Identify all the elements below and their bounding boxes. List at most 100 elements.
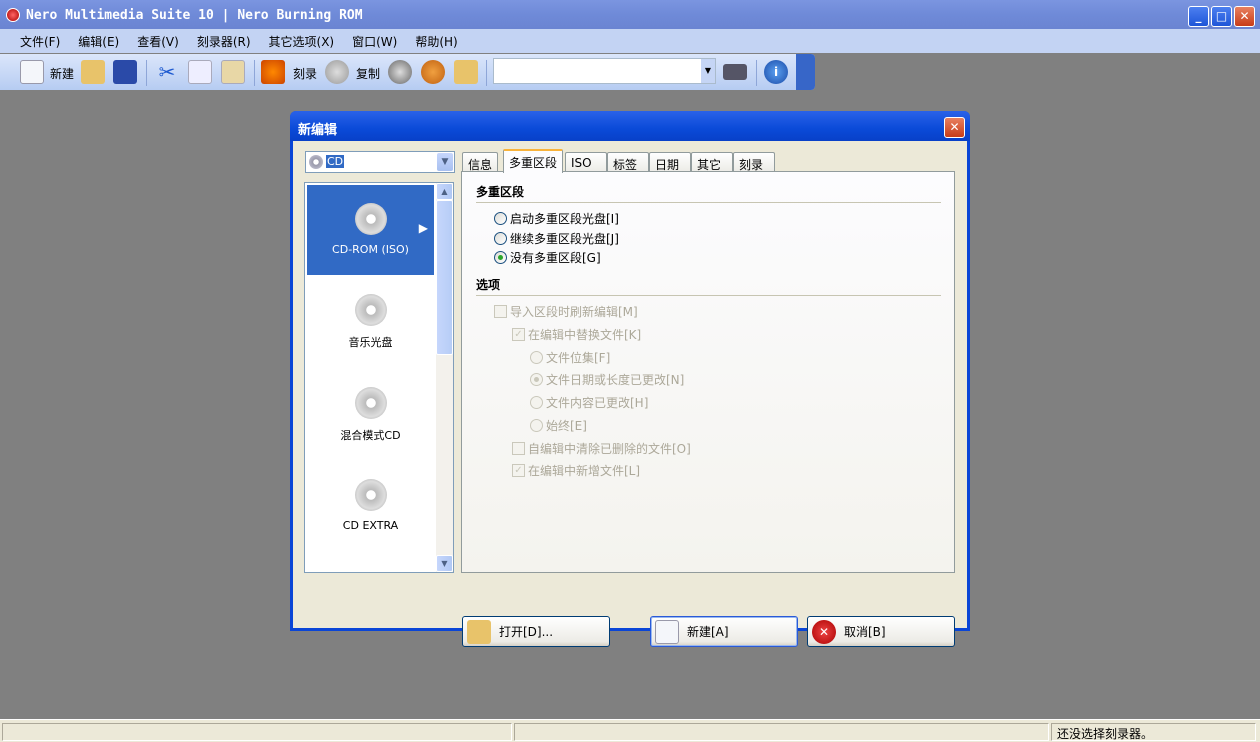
close-button[interactable]: ✕: [1234, 6, 1255, 27]
tab-label[interactable]: 标签: [607, 152, 649, 172]
radio-no-multisession[interactable]: 没有多重区段[G]: [494, 249, 601, 266]
radio-button[interactable]: [494, 232, 507, 245]
radio-button[interactable]: [530, 419, 543, 432]
compilation-type-list[interactable]: CD-ROM (ISO) ▶ 音乐光盘 混合模式CD CD EXTRA ▲ ▼: [304, 182, 454, 573]
checkbox-label: 自编辑中清除已删除的文件[O]: [528, 442, 691, 456]
checkbox-label: 在编辑中替换文件[K]: [528, 328, 642, 342]
cancel-icon: ✕: [812, 619, 836, 644]
radio-button[interactable]: [530, 373, 543, 386]
info-icon[interactable]: i: [764, 60, 788, 84]
arrow-right-icon: ▶: [418, 221, 428, 235]
status-panel: [2, 723, 512, 741]
dialog-title-bar: 新编辑: [290, 111, 970, 141]
tab-burn[interactable]: 刻录: [733, 152, 775, 172]
list-item-cd-rom-iso[interactable]: CD-ROM (ISO) ▶: [307, 185, 434, 275]
menu-view[interactable]: 查看(V): [137, 33, 179, 53]
eject-icon[interactable]: [421, 60, 445, 84]
save-icon[interactable]: [113, 60, 137, 84]
menu-help[interactable]: 帮助(H): [415, 33, 457, 53]
radio-label: 文件位集[F]: [546, 351, 611, 365]
dialog-close-button[interactable]: ✕: [944, 117, 965, 138]
new-button[interactable]: 新建[A]: [650, 616, 798, 647]
radio-button[interactable]: [494, 251, 507, 264]
cut-icon[interactable]: ✂: [155, 60, 179, 84]
scroll-thumb[interactable]: [436, 200, 453, 355]
separator: [756, 60, 757, 86]
tab-misc[interactable]: 其它: [691, 152, 733, 172]
recorder-select[interactable]: ▼: [493, 58, 716, 84]
checkbox-replace-files[interactable]: ✓ 在编辑中替换文件[K]: [512, 326, 641, 343]
paste-icon[interactable]: [221, 60, 245, 84]
tab-dates[interactable]: 日期: [649, 152, 691, 172]
radio-continue-multisession[interactable]: 继续多重区段光盘[J]: [494, 230, 619, 247]
tab-iso[interactable]: ISO: [565, 152, 607, 172]
drive-icon[interactable]: [723, 64, 747, 80]
open-button[interactable]: 打开[D]...: [462, 616, 610, 647]
separator: [486, 60, 487, 86]
menu-file[interactable]: 文件(F): [20, 33, 60, 53]
radio-label: 始终[E]: [546, 419, 587, 433]
new-button-label[interactable]: 新建: [50, 65, 74, 82]
chevron-down-icon[interactable]: ▼: [437, 153, 453, 171]
checkbox[interactable]: ✓: [512, 464, 525, 477]
copy-icon[interactable]: [188, 60, 212, 84]
radio-content-changed[interactable]: 文件内容已更改[H]: [530, 394, 648, 411]
burn-button-label[interactable]: 刻录: [293, 65, 317, 82]
burn-icon[interactable]: [261, 60, 285, 84]
menu-extras[interactable]: 其它选项(X): [269, 33, 335, 53]
checkbox-label: 在编辑中新增文件[L]: [528, 464, 641, 478]
checkbox[interactable]: [512, 442, 525, 455]
multisession-panel: 多重区段 启动多重区段光盘[I] 继续多重区段光盘[J] 没有多重区段[G] 选…: [461, 171, 955, 573]
new-compilation-dialog: 新编辑 ✕ CD ▼ CD-ROM (ISO) ▶ 音乐光盘 混合模式CD CD …: [290, 111, 970, 647]
list-item-label: 混合模式CD: [340, 429, 401, 442]
copy-disc-icon[interactable]: [325, 60, 349, 84]
checkbox-refresh-on-import[interactable]: 导入区段时刷新编辑[M]: [494, 303, 638, 320]
divider: [476, 295, 941, 296]
minimize-button[interactable]: _: [1188, 6, 1209, 27]
checkbox[interactable]: ✓: [512, 328, 525, 341]
tab-info[interactable]: 信息: [462, 152, 499, 172]
checkbox-remove-deleted[interactable]: 自编辑中清除已删除的文件[O]: [512, 440, 691, 457]
disc-icon: [309, 155, 323, 169]
status-panel: 还没选择刻录器。: [1051, 723, 1256, 741]
disc-info-icon[interactable]: [388, 60, 412, 84]
music-disc-icon: [354, 294, 387, 326]
menu-edit[interactable]: 编辑(E): [78, 33, 119, 53]
list-item-mixed-mode-cd[interactable]: 混合模式CD: [307, 369, 434, 459]
new-document-icon[interactable]: [20, 60, 44, 84]
list-item-label: CD EXTRA: [342, 519, 399, 532]
checkbox[interactable]: [494, 305, 507, 318]
cancel-button[interactable]: ✕ 取消[B]: [807, 616, 955, 647]
divider: [476, 202, 941, 203]
disc-type-select[interactable]: CD ▼: [305, 151, 455, 173]
list-scrollbar[interactable]: ▲ ▼: [436, 183, 453, 572]
scroll-up-button[interactable]: ▲: [436, 183, 453, 200]
disc-type-value: CD: [326, 155, 345, 168]
radio-start-multisession[interactable]: 启动多重区段光盘[I]: [494, 210, 619, 227]
radio-always[interactable]: 始终[E]: [530, 417, 587, 434]
copy-button-label[interactable]: 复制: [356, 65, 380, 82]
toolbar-overflow-button[interactable]: [796, 54, 815, 90]
options-heading: 选项: [476, 278, 501, 292]
browser-folder-icon[interactable]: [454, 60, 478, 84]
radio-button[interactable]: [530, 351, 543, 364]
checkbox-add-new-files[interactable]: ✓ 在编辑中新增文件[L]: [512, 462, 640, 479]
menu-window[interactable]: 窗口(W): [352, 33, 397, 53]
radio-label: 没有多重区段[G]: [510, 251, 601, 265]
scroll-down-button[interactable]: ▼: [436, 555, 453, 572]
radio-button[interactable]: [530, 396, 543, 409]
maximize-button[interactable]: □: [1211, 6, 1232, 27]
app-title: Nero Multimedia Suite 10 | Nero Burning …: [26, 8, 363, 23]
list-item-cd-extra[interactable]: CD EXTRA: [307, 461, 434, 551]
chevron-down-icon[interactable]: ▼: [701, 59, 715, 83]
list-item-audio-cd[interactable]: 音乐光盘: [307, 276, 434, 366]
open-folder-icon[interactable]: [81, 60, 105, 84]
radio-label: 文件内容已更改[H]: [546, 396, 649, 410]
menu-recorder[interactable]: 刻录器(R): [197, 33, 251, 53]
status-text: 还没选择刻录器。: [1057, 727, 1154, 741]
radio-date-or-size-changed[interactable]: 文件日期或长度已更改[N]: [530, 371, 684, 388]
nero-app-icon[interactable]: [6, 8, 20, 22]
tab-multisession[interactable]: 多重区段: [503, 149, 564, 173]
radio-button[interactable]: [494, 212, 507, 225]
radio-file-archive-bit[interactable]: 文件位集[F]: [530, 349, 610, 366]
